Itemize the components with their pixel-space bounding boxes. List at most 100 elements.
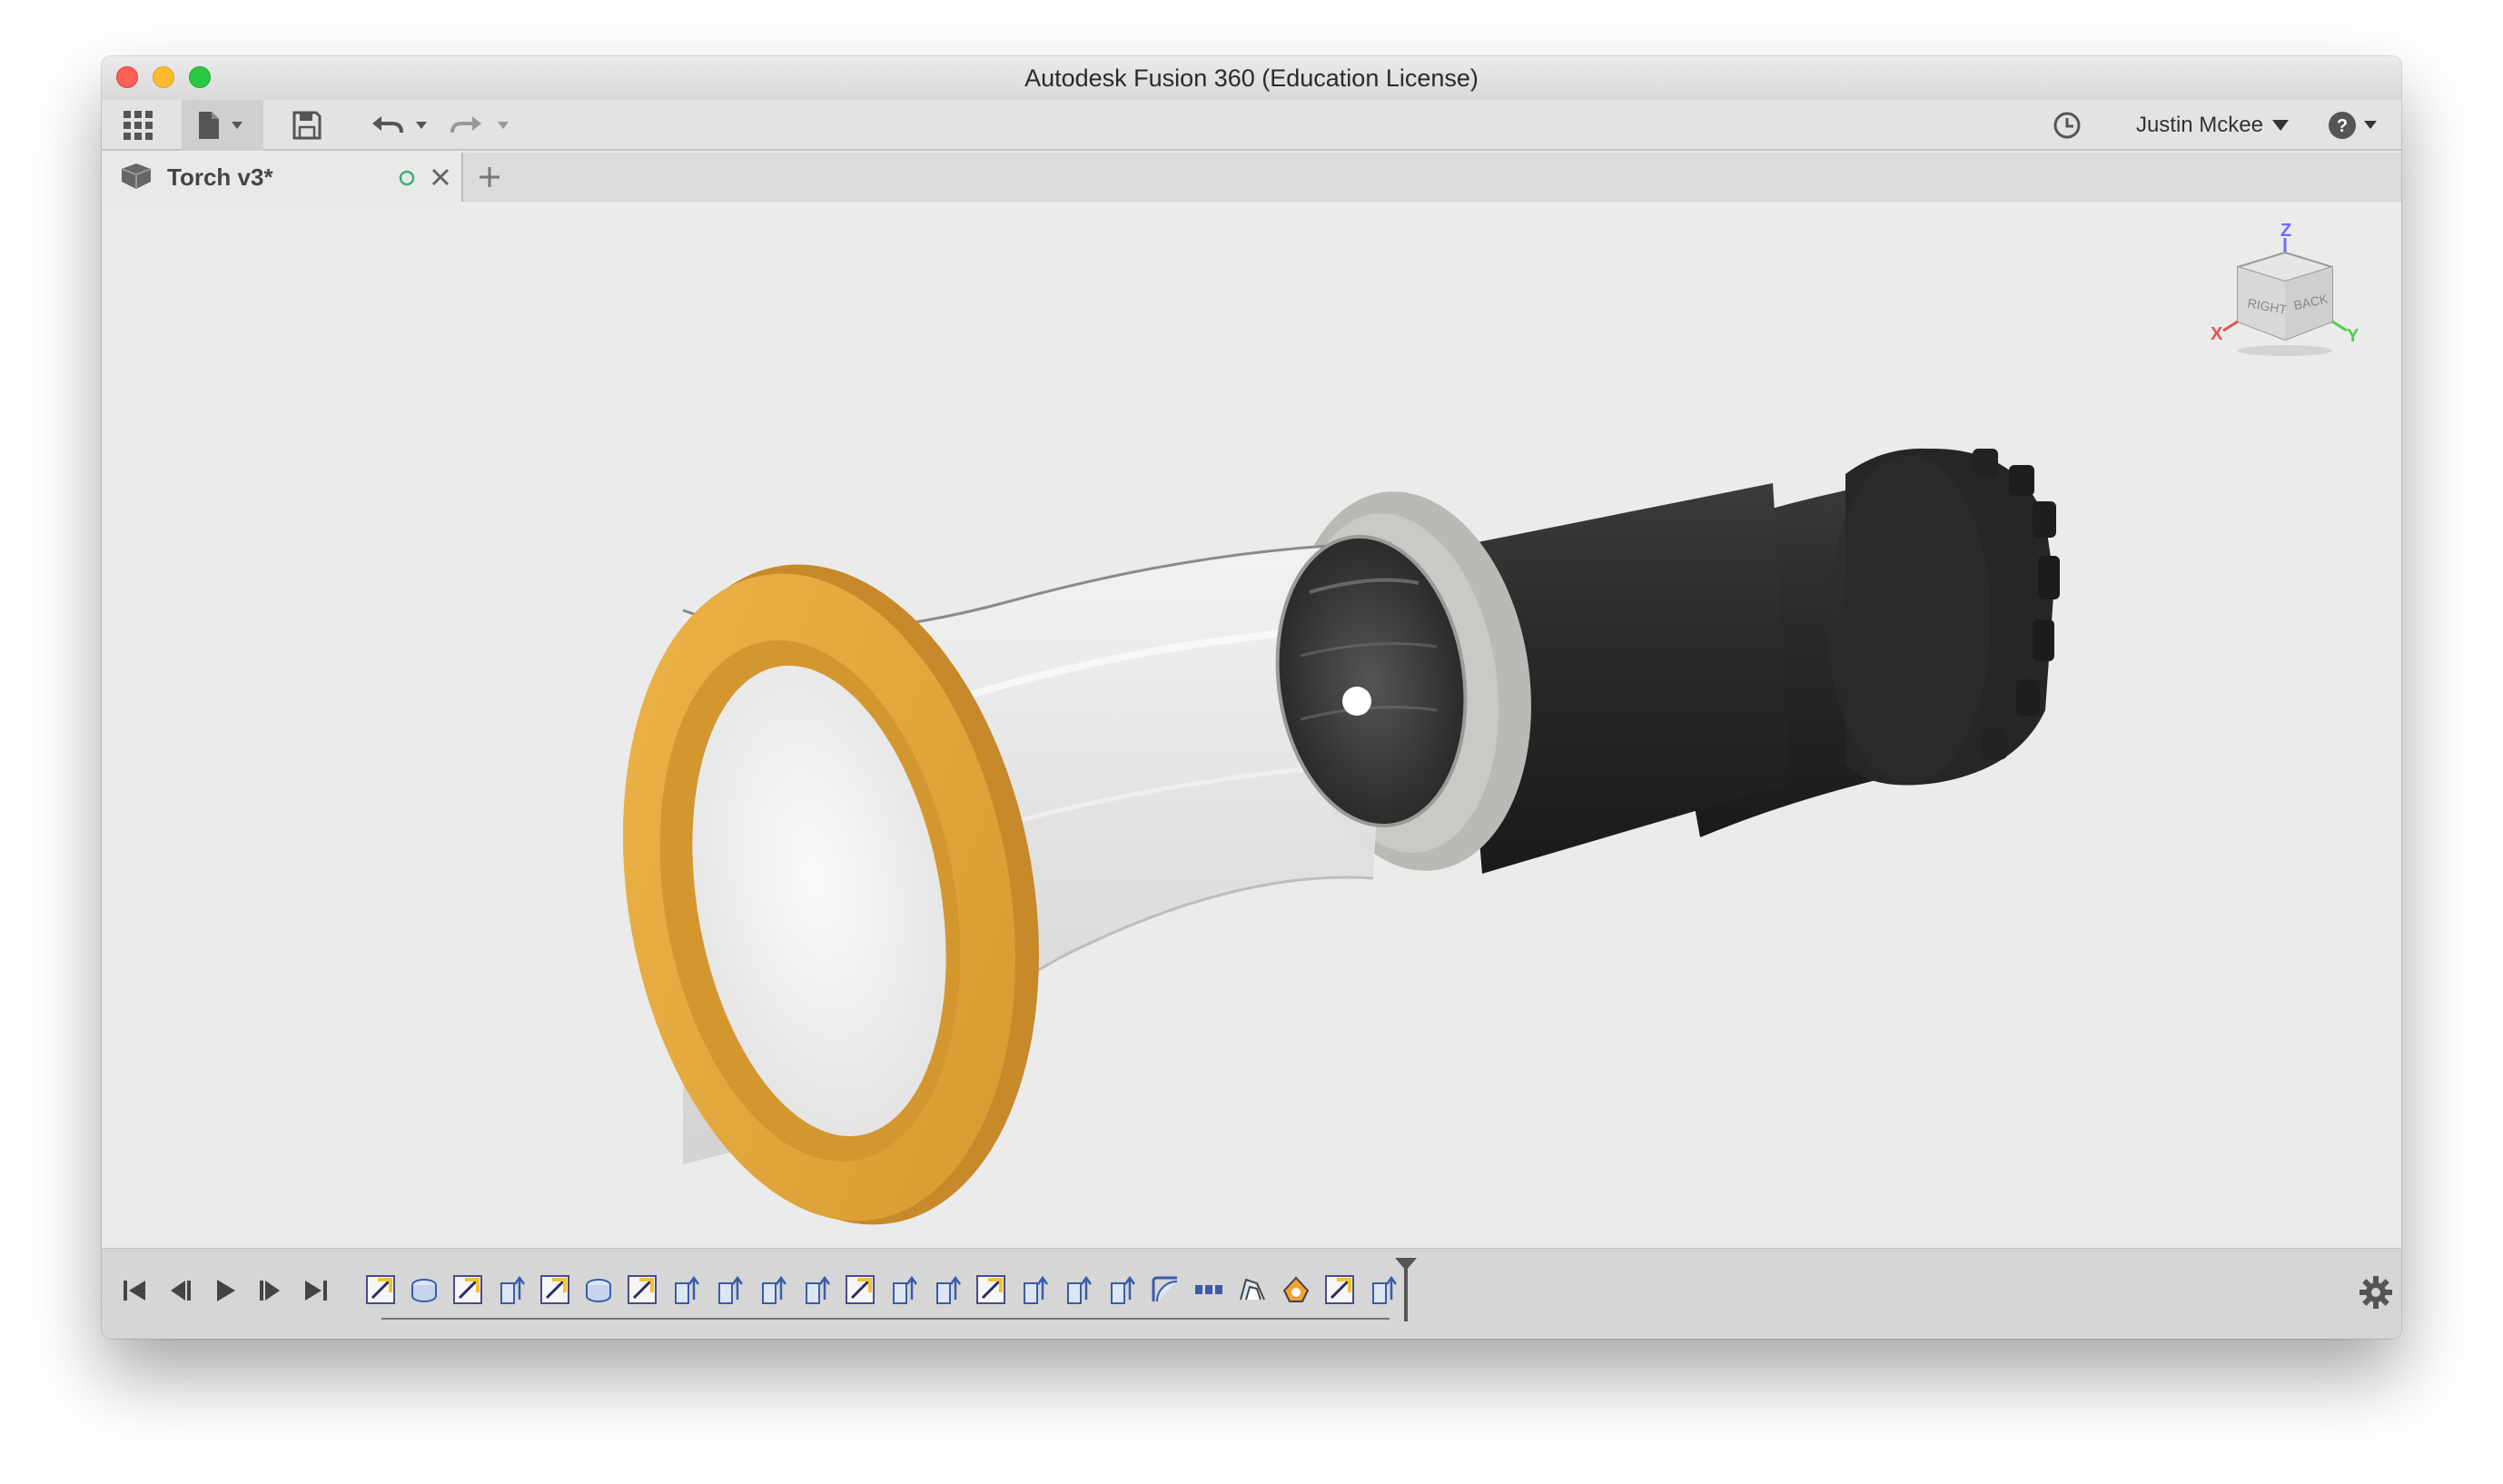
grid-icon: [124, 111, 153, 140]
component-icon: [121, 163, 152, 189]
tab-torch-v3[interactable]: Torch v3*: [102, 153, 463, 202]
step-back-icon: [171, 1281, 191, 1301]
timeline-feature-sketch[interactable]: [450, 1272, 485, 1307]
save-button[interactable]: [280, 100, 334, 151]
step-forward-button[interactable]: [254, 1274, 287, 1307]
file-icon: [199, 112, 242, 139]
extrude-icon: [1067, 1275, 1093, 1304]
pattern-icon: [1195, 1285, 1222, 1294]
unsaved-indicator-icon: [399, 170, 415, 186]
timeline-feature-sketch[interactable]: [974, 1272, 1008, 1307]
x-axis-line: [2222, 320, 2239, 332]
z-axis-label: Z: [2280, 222, 2291, 241]
timeline-feature-sketch[interactable]: [843, 1272, 877, 1307]
timeline-feature-revolve[interactable]: [581, 1272, 616, 1307]
sketch-icon: [1325, 1275, 1354, 1304]
user-account-menu[interactable]: Justin Mckee: [2136, 113, 2289, 138]
x-axis-label: X: [2211, 324, 2223, 344]
extrude-icon: [806, 1275, 831, 1304]
close-window-button[interactable]: [116, 66, 138, 88]
timeline-feature-extrude[interactable]: [756, 1272, 790, 1307]
timeline-feature-extrude[interactable]: [494, 1272, 529, 1307]
extrude-icon: [893, 1275, 918, 1304]
help-menu-button[interactable]: ?: [2327, 100, 2385, 151]
maximize-window-button[interactable]: [189, 66, 211, 88]
sketch-icon: [628, 1275, 657, 1304]
timeline-feature-extrude[interactable]: [712, 1272, 747, 1307]
timeline-feature-extrude[interactable]: [1366, 1272, 1400, 1307]
data-panel-button[interactable]: [111, 100, 165, 151]
timeline-marker[interactable]: [1395, 1258, 1417, 1321]
application-toolbar: Justin Mckee ?: [102, 100, 2401, 151]
timeline-bar: [102, 1248, 2401, 1339]
revolve-icon: [586, 1279, 611, 1302]
step-back-button[interactable]: [163, 1274, 196, 1307]
play-icon: [217, 1280, 235, 1301]
viewcube[interactable]: Z RIGHT BACK X Y: [2211, 221, 2374, 358]
undo-button[interactable]: [365, 100, 438, 151]
window-title: Autodesk Fusion 360 (Education License): [1024, 64, 1479, 92]
step-forward-icon: [260, 1281, 280, 1301]
extrude-icon: [1111, 1275, 1136, 1304]
document-tab-bar: Torch v3*: [102, 153, 2401, 202]
sketch-icon: [846, 1275, 875, 1304]
sketch-icon: [453, 1275, 482, 1304]
timeline-feature-extrude[interactable]: [886, 1272, 921, 1307]
canvas-viewport[interactable]: Z RIGHT BACK X Y: [102, 202, 2401, 1248]
timeline-feature-sketch[interactable]: [625, 1272, 659, 1307]
window-controls: [116, 66, 211, 88]
title-bar: Autodesk Fusion 360 (Education License): [102, 56, 2401, 100]
timeline-feature-extrude[interactable]: [1104, 1272, 1139, 1307]
timeline-feature-revolve[interactable]: [407, 1272, 441, 1307]
help-icon: ?: [2329, 112, 2377, 139]
timeline-feature-extrude[interactable]: [799, 1272, 834, 1307]
shell-icon: [1240, 1278, 1265, 1301]
go-to-end-button[interactable]: [300, 1274, 332, 1307]
new-tab-icon[interactable]: [478, 165, 501, 189]
close-tab-icon[interactable]: [430, 167, 450, 187]
fillet-icon: [1152, 1276, 1178, 1302]
redo-button[interactable]: [447, 100, 519, 151]
extrude-icon: [675, 1275, 700, 1304]
torch-model[interactable]: [102, 202, 2401, 1248]
svg-text:?: ?: [2337, 116, 2348, 136]
timeline-feature-sketch[interactable]: [363, 1272, 398, 1307]
timeline-feature-shell[interactable]: [1235, 1272, 1270, 1307]
timeline-feature-sketch[interactable]: [538, 1272, 572, 1307]
clock-icon: [2053, 112, 2081, 139]
job-status-button[interactable]: [2045, 100, 2089, 151]
timeline-feature-appearance[interactable]: [1279, 1272, 1313, 1307]
timeline-feature-sketch[interactable]: [1322, 1272, 1357, 1307]
play-button[interactable]: [209, 1274, 242, 1307]
revolve-icon: [411, 1279, 437, 1302]
timeline-feature-extrude[interactable]: [1017, 1272, 1052, 1307]
sketch-icon: [976, 1275, 1005, 1304]
y-axis-line: [2331, 320, 2348, 332]
go-to-start-button[interactable]: [118, 1274, 151, 1307]
timeline-settings-gear-icon[interactable]: [2358, 1274, 2394, 1311]
file-menu-button[interactable]: [182, 100, 263, 151]
extrude-icon: [762, 1275, 787, 1304]
extrude-icon: [1372, 1275, 1398, 1304]
sketch-icon: [366, 1275, 395, 1304]
timeline-feature-extrude[interactable]: [1061, 1272, 1095, 1307]
sketch-icon: [540, 1275, 569, 1304]
extrude-icon: [500, 1275, 526, 1304]
skip-back-icon: [124, 1281, 145, 1301]
save-icon: [292, 111, 322, 140]
undo-icon: [372, 116, 427, 134]
skip-forward-icon: [305, 1281, 327, 1301]
redo-icon: [450, 116, 509, 134]
app-window: Autodesk Fusion 360 (Education License): [102, 56, 2401, 1339]
extrude-icon: [1024, 1275, 1049, 1304]
timeline-feature-extrude[interactable]: [668, 1272, 703, 1307]
timeline-features: [363, 1272, 1400, 1309]
minimize-window-button[interactable]: [153, 66, 174, 88]
extrude-icon: [718, 1275, 744, 1304]
timeline-feature-extrude[interactable]: [930, 1272, 965, 1307]
user-name-label: Justin Mckee: [2135, 113, 2263, 137]
bulb[interactable]: [1342, 687, 1371, 716]
timeline-feature-pattern[interactable]: [1192, 1272, 1226, 1307]
tab-title: Torch v3*: [167, 163, 273, 191]
timeline-feature-fillet[interactable]: [1148, 1272, 1182, 1307]
